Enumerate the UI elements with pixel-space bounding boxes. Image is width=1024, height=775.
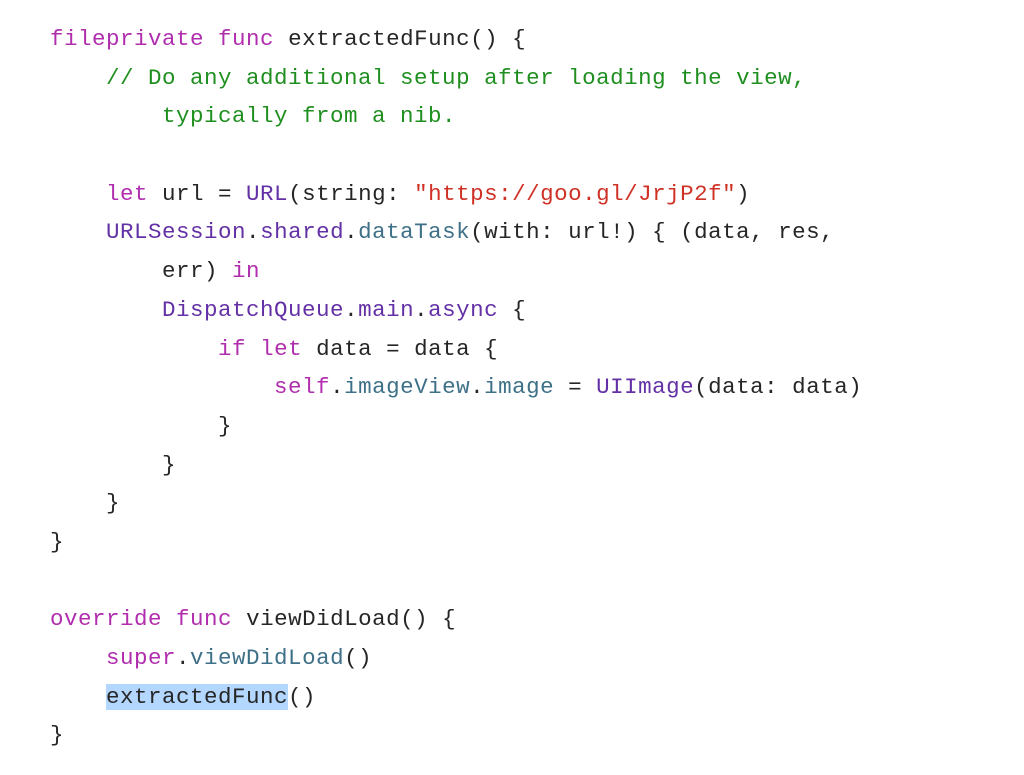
- code-text: }: [50, 529, 64, 555]
- string-literal: "https://goo.gl/JrjP2f": [414, 181, 736, 207]
- method: dataTask: [358, 219, 470, 245]
- code-block: fileprivate func extractedFunc() { // Do…: [50, 20, 974, 755]
- comment: // Do any additional setup after loading…: [50, 65, 806, 91]
- member: main: [358, 297, 414, 323]
- indent: [50, 297, 162, 323]
- code-text: url =: [148, 181, 246, 207]
- dot: .: [414, 297, 428, 323]
- code-text: (): [344, 645, 372, 671]
- type: URL: [246, 181, 288, 207]
- keyword: override: [50, 606, 162, 632]
- code-text: extractedFunc() {: [274, 26, 526, 52]
- member: async: [428, 297, 498, 323]
- code-text: (with: url!) { (data, res,: [470, 219, 834, 245]
- keyword: func: [218, 26, 274, 52]
- comment: typically from a nib.: [50, 103, 456, 129]
- type: URLSession: [106, 219, 246, 245]
- member: imageView: [344, 374, 470, 400]
- keyword-super: super: [106, 645, 176, 671]
- indent: [50, 336, 218, 362]
- type: UIImage: [596, 374, 694, 400]
- keyword: if: [218, 336, 246, 362]
- space: [246, 336, 260, 362]
- highlighted-selection: extractedFunc: [106, 684, 288, 710]
- keyword: func: [176, 606, 232, 632]
- dot: .: [470, 374, 484, 400]
- code-text: }: [50, 722, 64, 748]
- code-text: {: [498, 297, 526, 323]
- code-text: (data: data): [694, 374, 862, 400]
- indent: [50, 374, 274, 400]
- keyword-self: self: [274, 374, 330, 400]
- code-text: (string:: [288, 181, 414, 207]
- indent: [50, 181, 106, 207]
- dot: .: [344, 219, 358, 245]
- type: DispatchQueue: [162, 297, 344, 323]
- keyword: let: [106, 181, 148, 207]
- code-text: (): [288, 684, 316, 710]
- code-text: err): [50, 258, 232, 284]
- dot: .: [246, 219, 260, 245]
- code-text: ): [736, 181, 750, 207]
- code-text: =: [554, 374, 596, 400]
- code-text: }: [50, 452, 176, 478]
- dot: .: [344, 297, 358, 323]
- code-text: viewDidLoad() {: [232, 606, 456, 632]
- dot: .: [176, 645, 190, 671]
- keyword: fileprivate: [50, 26, 204, 52]
- code-text: }: [50, 490, 120, 516]
- method: viewDidLoad: [190, 645, 344, 671]
- dot: .: [330, 374, 344, 400]
- keyword: in: [232, 258, 260, 284]
- code-text: data = data {: [302, 336, 498, 362]
- keyword: let: [260, 336, 302, 362]
- indent: [50, 219, 106, 245]
- code-text: }: [50, 413, 232, 439]
- space: [162, 606, 176, 632]
- member: shared: [260, 219, 344, 245]
- indent: [50, 684, 106, 710]
- member: image: [484, 374, 554, 400]
- indent: [50, 645, 106, 671]
